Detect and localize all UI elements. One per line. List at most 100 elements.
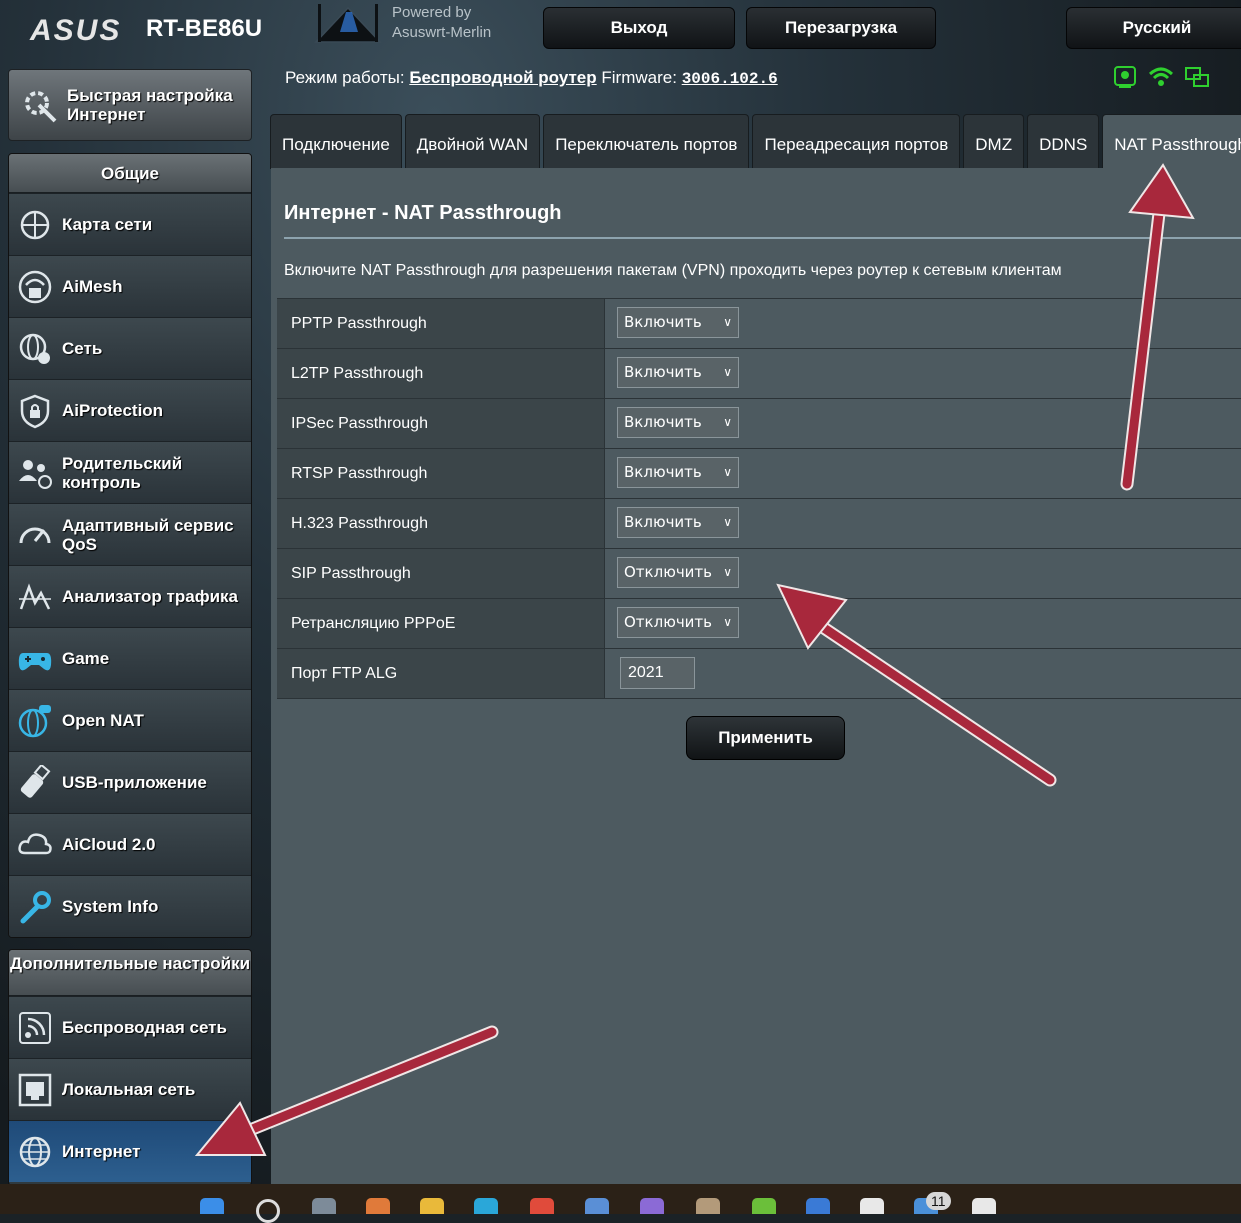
chevron-down-icon: ∨ [723,415,732,429]
form-row-l2tp: L2TP Passthrough Включить ∨ [277,349,1241,399]
mode-label: Режим работы: [285,68,405,87]
quick-setup-label: Быстрая настройка Интернет [67,86,233,124]
select-value: Отключить [624,563,713,581]
menu-item-label: Open NAT [62,711,144,730]
firmware-value-link[interactable]: 3006.102.6 [682,70,778,88]
edge-icon[interactable] [474,1198,498,1214]
menu-item-label: Карта сети [62,215,153,234]
menu-item-label: AiCloud 2.0 [62,835,156,854]
app-white-icon[interactable] [972,1198,996,1214]
chevron-down-icon: ∨ [723,615,732,629]
menu-item-system-info[interactable]: System Info [9,875,251,937]
apply-button[interactable]: Применить [686,716,845,760]
internet-status-icon[interactable] [1112,64,1138,90]
app-beige-icon[interactable] [696,1198,720,1214]
pptp-passthrough-select[interactable]: Включить ∨ [617,307,739,338]
wireless-icon [17,1010,53,1046]
menu-item-aiprotection[interactable]: AiProtection [9,379,251,441]
menu-item-traffic-analyzer[interactable]: Анализатор трафика [9,565,251,627]
tab-connection[interactable]: Подключение [270,114,402,169]
app-blue-icon[interactable] [585,1198,609,1214]
app-circle-icon[interactable] [806,1198,830,1214]
mode-value-link[interactable]: Беспроводной роутер [409,68,596,87]
general-menu: Общие Карта сети AiMesh Сеть AiProtectio… [8,153,252,938]
folder-icon[interactable] [420,1198,444,1214]
ipsec-passthrough-select[interactable]: Включить ∨ [617,407,739,438]
clients-status-icon[interactable] [1184,64,1210,90]
general-menu-header: Общие [9,154,251,193]
passthrough-form: PPTP Passthrough Включить ∨ L2TP Passthro… [277,298,1241,699]
reboot-button[interactable]: Перезагрузка [746,7,936,49]
select-value: Включить [624,363,702,381]
start-icon[interactable] [200,1198,224,1214]
tab-ddns[interactable]: DDNS [1027,114,1100,169]
sip-passthrough-select[interactable]: Отключить ∨ [617,557,739,588]
menu-item-label: USB-приложение [62,773,207,792]
app-orange-icon[interactable] [366,1198,390,1214]
settings-icon[interactable] [312,1198,336,1214]
title-divider [284,237,1241,239]
language-label: Русский [1122,18,1192,37]
menu-item-internet[interactable]: Интернет [9,1120,251,1182]
app-red-x-icon[interactable] [860,1198,884,1214]
menu-item-label: Беспроводная сеть [62,1018,227,1037]
select-value: Включить [624,413,702,431]
menu-item-wireless[interactable]: Беспроводная сеть [9,996,251,1058]
tab-nat-passthrough[interactable]: NAT Passthrough [1102,114,1241,169]
form-row-pppoe-relay: Ретрансляцию PPPoE Отключить ∨ [277,599,1241,649]
chevron-down-icon: ∨ [723,315,732,329]
traffic-analyzer-icon [17,579,53,615]
wifi-status-icon[interactable] [1148,64,1174,90]
powered-by-line1: Powered by [392,4,472,21]
menu-item-aicloud[interactable]: AiCloud 2.0 [9,813,251,875]
pppoe-relay-select[interactable]: Отключить ∨ [617,607,739,638]
taskbar-badge: 11 [926,1192,951,1210]
field-label: PPTP Passthrough [277,299,605,348]
firmware-label: Firmware: [601,68,677,87]
menu-item-label: AiProtection [62,401,164,420]
menu-item-label: AiMesh [62,277,123,296]
gamepad-icon [17,641,53,677]
content-panel: Интернет - NAT Passthrough Включите NAT … [271,168,1241,1184]
menu-item-network-map[interactable]: Карта сети [9,193,251,255]
quick-internet-setup-button[interactable]: Быстрая настройка Интернет [8,69,252,141]
select-value: Отключить [624,613,713,631]
menu-item-network[interactable]: Сеть [9,317,251,379]
app-purple-icon[interactable] [640,1198,664,1214]
chrome-icon[interactable] [530,1198,554,1214]
rtsp-passthrough-select[interactable]: Включить ∨ [617,457,739,488]
chevron-down-icon: ∨ [723,565,732,579]
tab-dmz[interactable]: DMZ [963,114,1025,169]
tab-dual-wan[interactable]: Двойной WAN [404,114,541,169]
speedometer-icon [17,517,53,553]
menu-item-aimesh[interactable]: AiMesh [9,255,251,317]
chevron-down-icon: ∨ [723,465,732,479]
cloud-icon [17,827,53,863]
menu-item-open-nat[interactable]: Open NAT [9,689,251,751]
ftp-alg-port-input[interactable]: 2021 [620,657,695,689]
powered-by-line2: Asuswrt-Merlin [392,24,492,41]
menu-item-lan[interactable]: Локальная сеть [9,1058,251,1120]
language-select[interactable]: Русский [1066,7,1241,49]
windows-taskbar [0,1184,1241,1223]
menu-item-label: Интернет [62,1142,141,1161]
tab-port-forwarding[interactable]: Переадресация портов [752,114,961,169]
logout-button[interactable]: Выход [543,7,735,49]
menu-item-parental-control[interactable]: Родительский контроль [9,441,251,503]
h323-passthrough-select[interactable]: Включить ∨ [617,507,739,538]
tab-port-switching[interactable]: Переключатель портов [543,114,750,169]
l2tp-passthrough-select[interactable]: Включить ∨ [617,357,739,388]
field-label: H.323 Passthrough [277,499,605,548]
menu-item-label: Адаптивный сервис QoS [62,515,234,554]
menu-item-game[interactable]: Game [9,627,251,689]
menu-item-adaptive-qos[interactable]: Адаптивный сервис QoS [9,503,251,565]
search-icon[interactable] [256,1199,280,1223]
torrent-icon[interactable] [752,1198,776,1214]
menu-item-usb-application[interactable]: USB-приложение [9,751,251,813]
advanced-menu: Дополнительные настройки Беспроводная се… [8,949,252,1186]
quick-setup-icon [19,85,59,125]
chevron-down-icon: ∨ [723,515,732,529]
page-title: Интернет - NAT Passthrough [284,202,562,224]
wrench-icon [17,889,53,925]
page-description: Включите NAT Passthrough для разрешения … [284,262,1062,279]
